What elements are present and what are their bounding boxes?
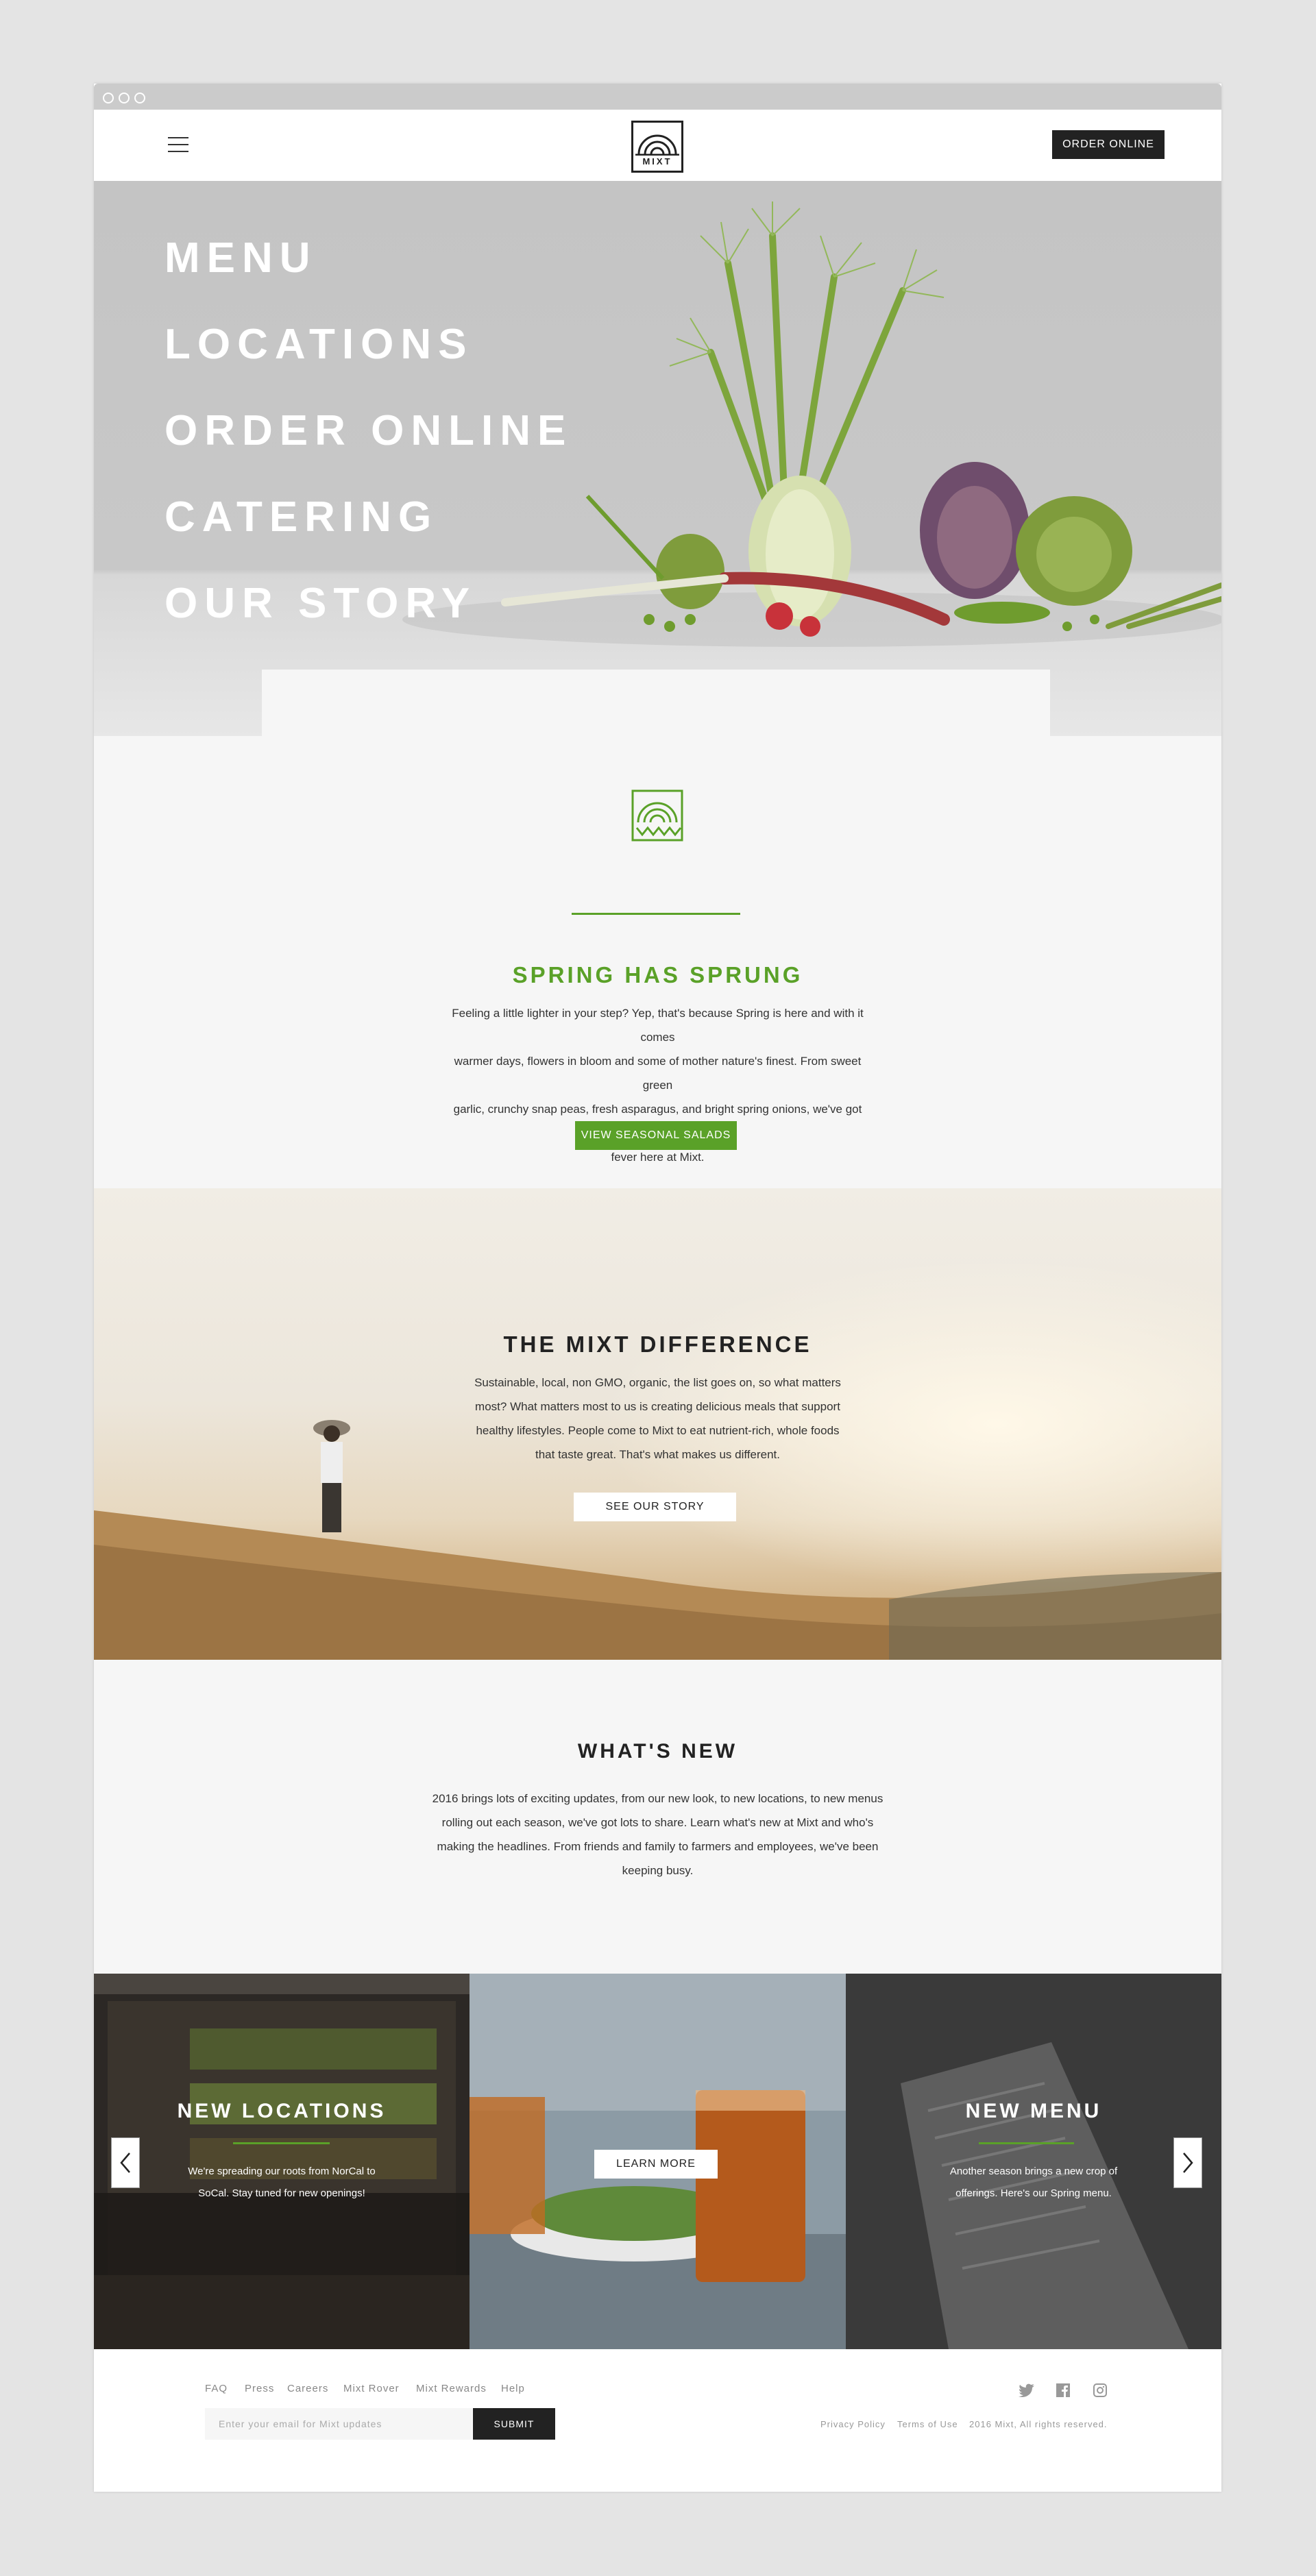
tile-line-text: offerings. Here's our Spring menu. [955, 2187, 1112, 2199]
see-our-story-button[interactable]: SEE OUR STORY [574, 1493, 736, 1521]
hero-menu-item-menu[interactable]: MENU [164, 215, 572, 302]
window-dot [134, 93, 145, 103]
mixt-logo[interactable]: MIXT [631, 121, 683, 173]
difference-title: THE MIXT DIFFERENCE [503, 1332, 812, 1357]
email-signup-input[interactable]: Enter your email for Mixt updates [205, 2408, 472, 2440]
footer-link-careers[interactable]: Careers [287, 2383, 328, 2394]
hero-menu-item-catering[interactable]: CATERING [164, 474, 572, 561]
news-carousel: NEW LOCATIONS We're spreading our roots … [94, 1974, 1221, 2349]
hero-menu-item-order-online[interactable]: ORDER ONLINE [164, 388, 572, 474]
view-seasonal-salads-button[interactable]: VIEW SEASONAL SALADS [575, 1121, 737, 1150]
whats-new-body: 2016 brings lots of exciting updates, fr… [409, 1787, 906, 1882]
terms-of-use-link[interactable]: Terms of Use [897, 2419, 958, 2429]
tile-text: Another season brings a new crop of offe… [846, 2161, 1221, 2205]
tile-center[interactable]: LEARN MORE [470, 1974, 846, 2349]
whats-new-line: making the headlines. From friends and f… [437, 1840, 879, 1853]
chevron-right-icon [1183, 2152, 1193, 2173]
instagram-icon[interactable] [1093, 2383, 1107, 2397]
footer-link-press[interactable]: Press [245, 2383, 274, 2394]
footer-link-help[interactable]: Help [501, 2383, 525, 2394]
learn-more-button[interactable]: LEARN MORE [594, 2150, 718, 2179]
chevron-left-icon [120, 2152, 130, 2173]
divider-line [572, 913, 740, 915]
logo-arcs-icon [635, 134, 679, 156]
tile-line-text: We're spreading our roots from NorCal to [188, 2166, 376, 2177]
difference-line: that taste great. That's what makes us d… [535, 1448, 780, 1461]
copyright-text: 2016 Mixt, All rights reserved. [969, 2419, 1108, 2429]
submit-button[interactable]: SUBMIT [473, 2408, 555, 2440]
tile-title: NEW LOCATIONS [177, 2100, 387, 2122]
whats-new-line: rolling out each season, we've got lots … [441, 1816, 874, 1829]
difference-line: healthy lifestyles. People come to Mixt … [476, 1424, 840, 1437]
spring-line: Feeling a little lighter in your step? Y… [452, 1007, 864, 1044]
difference-body: Sustainable, local, non GMO, organic, th… [450, 1371, 865, 1467]
window-dot [119, 93, 130, 103]
browser-chrome [94, 84, 1221, 110]
whats-new-line: keeping busy. [622, 1864, 694, 1877]
difference-line: most? What matters most to us is creatin… [475, 1400, 840, 1413]
tile-new-menu[interactable]: NEW MENU Another season brings a new cro… [846, 1974, 1221, 2349]
tile-title: NEW MENU [965, 2100, 1102, 2122]
spring-title: SPRING HAS SPRUNG [512, 962, 803, 988]
hero-section: MENU LOCATIONS ORDER ONLINE CATERING OUR… [94, 181, 1221, 736]
difference-line: Sustainable, local, non GMO, organic, th… [474, 1376, 841, 1389]
window-dot [103, 93, 114, 103]
footer: FAQ Press Careers Mixt Rover Mixt Reward… [94, 2349, 1221, 2492]
order-online-button[interactable]: ORDER ONLINE [1052, 130, 1165, 159]
hamburger-menu-icon[interactable] [168, 137, 188, 152]
footer-link-mixt-rover[interactable]: Mixt Rover [343, 2383, 400, 2394]
tile-divider [979, 2142, 1074, 2144]
mixt-difference-section: THE MIXT DIFFERENCE Sustainable, local, … [94, 1188, 1221, 1660]
browser-frame: MIXT ORDER ONLINE MENU LOCATIONS ORDER O… [94, 84, 1221, 2492]
whats-new-title: WHAT'S NEW [577, 1740, 738, 1763]
facebook-icon[interactable] [1056, 2383, 1070, 2397]
hero-menu-item-our-story[interactable]: OUR STORY [164, 561, 572, 647]
spring-line: warmer days, flowers in bloom and some o… [454, 1055, 862, 1092]
privacy-policy-link[interactable]: Privacy Policy [820, 2419, 886, 2429]
tile-new-locations[interactable]: NEW LOCATIONS We're spreading our roots … [94, 1974, 470, 2349]
footer-link-mixt-rewards[interactable]: Mixt Rewards [416, 2383, 487, 2394]
carousel-next-button[interactable] [1173, 2137, 1202, 2188]
navbar: MIXT ORDER ONLINE [94, 110, 1221, 181]
tile-line-text: Another season brings a new crop of [949, 2166, 1118, 2177]
spring-section: SPRING HAS SPRUNG Feeling a little light… [94, 736, 1221, 1206]
seasonal-badge-icon [631, 789, 683, 842]
footer-link-faq[interactable]: FAQ [205, 2383, 228, 2394]
tile-line-text: SoCal. Stay tuned for new openings! [198, 2187, 365, 2199]
logo-text: MIXT [642, 156, 672, 167]
whats-new-line: 2016 brings lots of exciting updates, fr… [432, 1792, 884, 1805]
carousel-prev-button[interactable] [111, 2137, 140, 2188]
tile-text: We're spreading our roots from NorCal to… [94, 2161, 470, 2205]
tile-divider [233, 2142, 330, 2144]
hero-nav-menu: MENU LOCATIONS ORDER ONLINE CATERING OUR… [164, 215, 572, 647]
twitter-icon[interactable] [1019, 2383, 1035, 2397]
whats-new-section: WHAT'S NEW 2016 brings lots of exciting … [94, 1660, 1221, 1974]
hero-menu-item-locations[interactable]: LOCATIONS [164, 302, 572, 388]
